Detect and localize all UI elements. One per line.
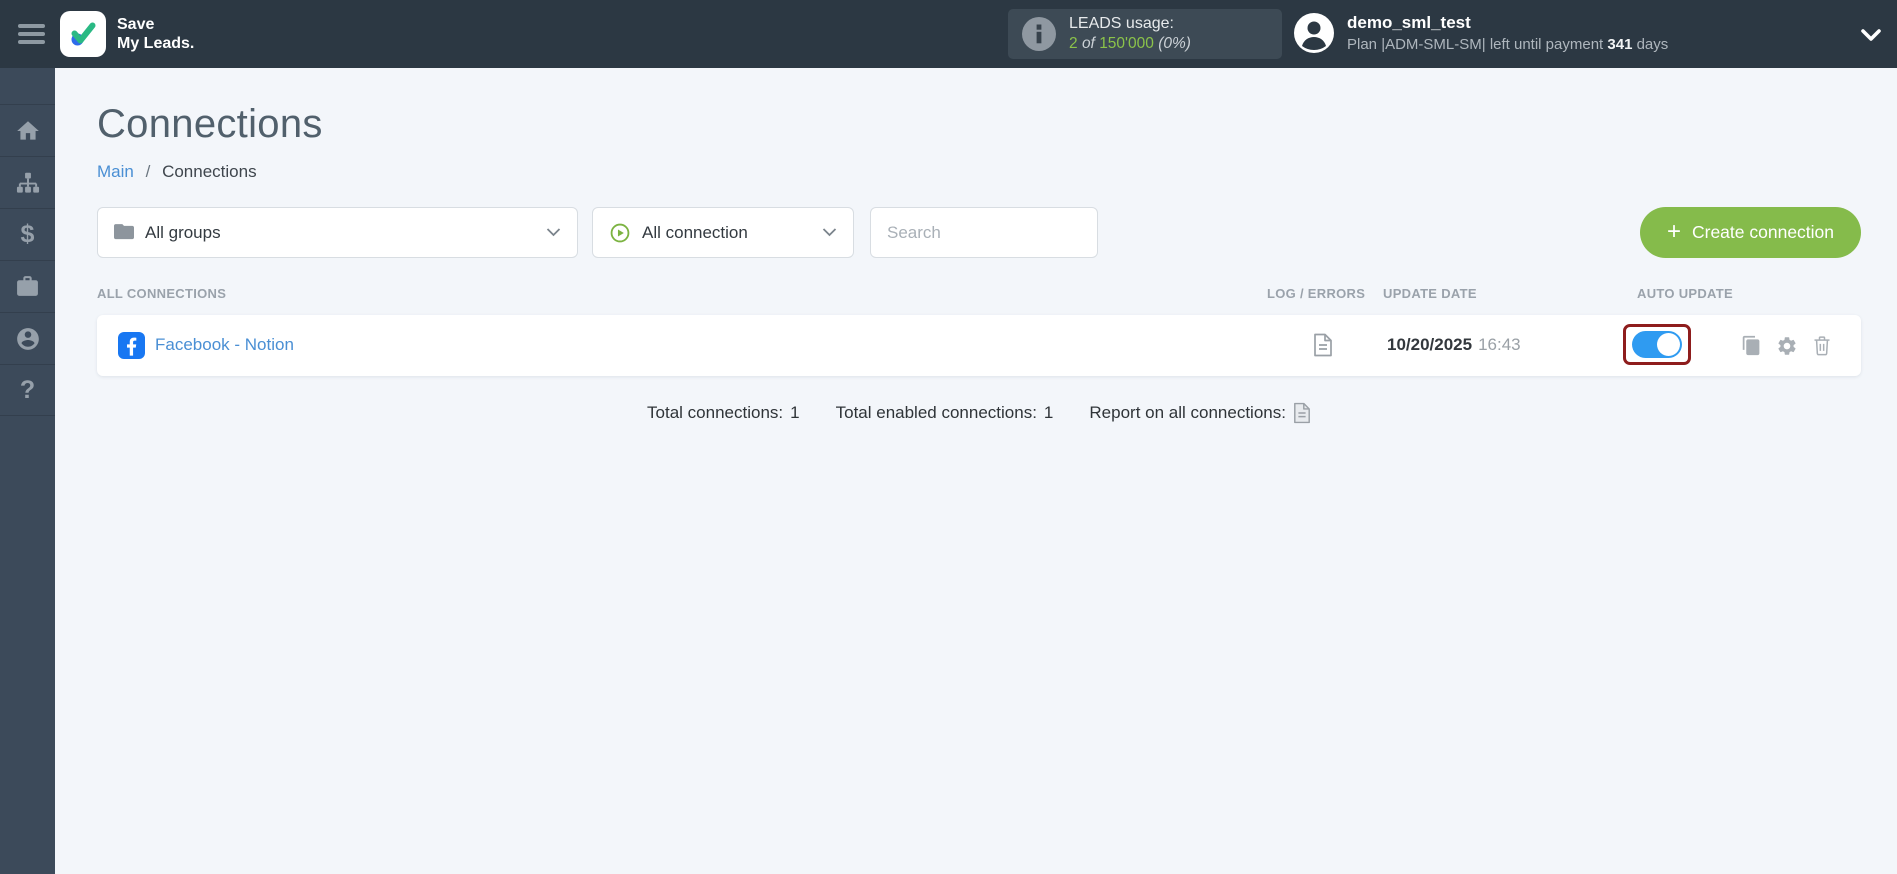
plan-info: Plan |ADM-SML-SM| left until payment 341… — [1347, 36, 1669, 53]
copy-icon[interactable] — [1741, 334, 1762, 357]
avatar — [1294, 13, 1334, 53]
row-actions — [1741, 334, 1832, 357]
username: demo_sml_test — [1347, 13, 1471, 32]
column-update-date: UPDATE DATE — [1383, 286, 1477, 301]
connection-title-link[interactable]: Facebook - Notion — [155, 335, 294, 355]
connection-row: Facebook - Notion 10/20/2025 16:43 — [97, 315, 1861, 376]
sidebar-item-services[interactable] — [0, 260, 55, 312]
brand-name: Save My Leads. — [117, 15, 195, 52]
create-connection-label: Create connection — [1691, 222, 1835, 242]
auto-update-toggle[interactable] — [1632, 331, 1682, 358]
table-header: ALL CONNECTIONS LOG / ERRORS UPDATE DATE… — [97, 286, 1861, 302]
savemyleads-logo — [60, 11, 106, 57]
total-connections: Total connections: 1 — [647, 403, 800, 422]
sidebar-item-home[interactable] — [0, 104, 55, 156]
toggle-knob — [1657, 333, 1680, 356]
report-all-connections: Report on all connections: — [1089, 402, 1311, 424]
total-enabled-connections: Total enabled connections: 1 — [835, 403, 1054, 422]
sidebar-item-help[interactable]: ? — [0, 364, 55, 416]
question-icon: ? — [19, 375, 36, 404]
report-document-icon[interactable] — [1293, 402, 1311, 424]
leads-usage-label: LEADS usage: — [1069, 15, 1174, 32]
topbar: Save My Leads. LEADS usage: 2 of 150'000… — [0, 0, 1897, 68]
chevron-down-icon — [822, 228, 837, 237]
main-content: Connections Main / Connections All group… — [55, 68, 1897, 874]
totals-bar: Total connections: 1 Total enabled conne… — [97, 402, 1861, 424]
hamburger-menu-icon[interactable] — [18, 20, 46, 48]
page-title: Connections — [97, 102, 323, 146]
breadcrumb: Main / Connections — [97, 162, 1861, 182]
play-circle-icon — [609, 222, 631, 244]
filters-row: All groups All connection Search + Creat… — [97, 207, 1861, 258]
chevron-down-icon — [546, 228, 561, 237]
checkmark-logo-icon — [71, 22, 96, 46]
sidebar-item-billing[interactable]: $ — [0, 208, 55, 260]
column-auto-update: AUTO UPDATE — [1637, 286, 1733, 301]
person-icon — [16, 327, 39, 350]
chevron-down-icon[interactable] — [1861, 28, 1881, 46]
leads-usage-value: 2 of 150'000 (0%) — [1069, 35, 1191, 52]
user-account-menu[interactable]: demo_sml_test Plan |ADM-SML-SM| left unt… — [1294, 13, 1668, 53]
search-input[interactable] — [870, 207, 1098, 258]
delete-trash-icon[interactable] — [1812, 334, 1832, 357]
breadcrumb-main-link[interactable]: Main — [97, 162, 134, 181]
connection-filter-dropdown[interactable]: All connection — [592, 207, 854, 258]
breadcrumb-current: Connections — [162, 162, 257, 181]
facebook-icon — [118, 332, 145, 359]
info-icon — [1022, 17, 1056, 51]
column-log-errors: LOG / ERRORS — [1267, 286, 1366, 301]
connection-filter-label: All connection — [642, 222, 748, 242]
auto-update-highlight-box — [1623, 324, 1691, 365]
column-all-connections: ALL CONNECTIONS — [97, 286, 227, 301]
dollar-icon: $ — [20, 220, 35, 248]
home-icon — [16, 120, 39, 140]
settings-gear-icon[interactable] — [1776, 335, 1798, 357]
sidebar: $ ? — [0, 68, 55, 874]
sidebar-item-connections[interactable] — [0, 156, 55, 208]
log-errors-document-icon[interactable] — [1313, 333, 1333, 357]
leads-usage-badge: LEADS usage: 2 of 150'000 (0%) — [1008, 9, 1282, 59]
create-connection-button[interactable]: + Create connection — [1640, 207, 1861, 258]
breadcrumb-separator: / — [145, 162, 151, 181]
sitemap-icon — [16, 172, 39, 193]
folder-icon — [114, 224, 134, 241]
groups-filter-dropdown[interactable]: All groups — [97, 207, 578, 258]
plus-icon: + — [1666, 217, 1681, 245]
groups-filter-label: All groups — [145, 222, 221, 242]
briefcase-icon — [17, 276, 38, 296]
update-date: 10/20/2025 16:43 — [1387, 335, 1521, 354]
sidebar-item-account[interactable] — [0, 312, 55, 364]
